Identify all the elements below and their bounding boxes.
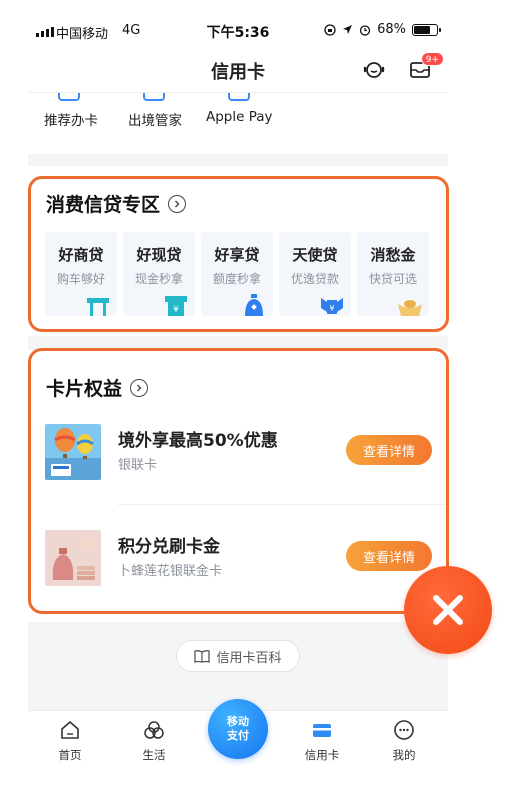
- tab-mine[interactable]: 我的: [374, 711, 434, 770]
- message-badge: 9+: [420, 52, 444, 66]
- tab-label: 信用卡: [304, 748, 340, 762]
- loan-tile-good-merchant[interactable]: 好商贷 购车够好: [45, 232, 117, 316]
- tab-bar: 首页 生活 移动 支付 信用卡 我的: [28, 699, 448, 770]
- location-icon: [343, 25, 353, 34]
- mobile-pay-button[interactable]: 移动 支付: [208, 699, 268, 759]
- tab-label: 首页: [58, 748, 82, 762]
- wiki-label: 信用卡百科: [216, 650, 282, 666]
- loan-section-title: 消费信贷专区: [46, 194, 161, 216]
- loan-sub: 额度秒拿: [212, 272, 261, 286]
- shortcut-label: Apple Pay: [206, 109, 273, 125]
- loan-sub: 快贷可选: [368, 272, 417, 286]
- tab-credit-card[interactable]: 信用卡: [292, 711, 352, 770]
- alarm-icon: [359, 24, 371, 36]
- svg-text:¥: ¥: [329, 304, 334, 313]
- battery-percent: 68%: [377, 22, 406, 37]
- battery-icon: [412, 23, 441, 36]
- chevron-right-icon: [168, 194, 187, 213]
- rotation-lock-icon: [324, 23, 336, 36]
- customer-service-icon[interactable]: [360, 56, 388, 84]
- shortcut-row: 推荐办卡 出境管家 Apple Pay: [28, 92, 448, 154]
- divider: [118, 504, 448, 505]
- nav-bar: 信用卡 9+: [28, 52, 448, 92]
- coin-bag-image: [45, 530, 101, 586]
- tab-label: 生活: [142, 748, 166, 762]
- benefit-section-title: 卡片权益: [46, 378, 123, 400]
- close-icon: [433, 595, 463, 625]
- benefit-item-points[interactable]: 积分兑刷卡金 卜蜂莲花银联金卡 查看详情: [28, 530, 448, 610]
- home-icon: [61, 720, 79, 739]
- bag-icon: [245, 294, 263, 316]
- life-icon: [144, 721, 164, 739]
- chevron-right-icon: [130, 378, 149, 397]
- hot-air-balloon-image: [45, 424, 101, 480]
- profile-icon: [394, 720, 414, 740]
- loan-section-header[interactable]: 消费信贷专区: [46, 190, 187, 217]
- book-icon: [194, 650, 211, 663]
- benefit-sub: 卜蜂莲花银联金卡: [118, 564, 223, 579]
- message-icon[interactable]: 9+: [406, 52, 444, 84]
- benefit-item-overseas[interactable]: 境外享最高50%优惠 银联卡 查看详情: [28, 424, 448, 504]
- view-details-button[interactable]: 查看详情: [346, 541, 432, 571]
- close-button[interactable]: [404, 566, 492, 654]
- credit-card-icon: [313, 724, 331, 737]
- loan-tile-good-enjoy[interactable]: 好享贷 额度秒拿: [201, 232, 273, 316]
- view-details-button[interactable]: 查看详情: [346, 435, 432, 465]
- tab-label: 我的: [392, 748, 416, 762]
- benefit-section-header[interactable]: 卡片权益: [46, 374, 149, 401]
- loan-name: 好商贷: [58, 246, 104, 264]
- loan-tile-worry-free[interactable]: 消愁金 快贷可选: [357, 232, 429, 316]
- loan-sub: 优逸贷款: [290, 272, 339, 286]
- shortcut-label: 推荐办卡: [44, 113, 98, 129]
- loan-name: 天使贷: [292, 246, 338, 264]
- loan-name: 消愁金: [370, 246, 416, 264]
- benefit-title: 境外享最高50%优惠: [118, 431, 278, 451]
- phone-screen: 中国移动 4G 下午5:36 68% 信用卡 9+ 推荐办卡 出境管家 Appl…: [28, 10, 448, 770]
- benefit-title: 积分兑刷卡金: [118, 537, 220, 557]
- atm-icon: ¥: [165, 296, 187, 316]
- tab-life[interactable]: 生活: [124, 711, 184, 770]
- pay-line-2: 支付: [227, 729, 249, 742]
- loan-tile-angel[interactable]: 天使贷 优逸贷款 ¥: [279, 232, 351, 316]
- gold-ingot-icon: [398, 300, 422, 316]
- status-bar: 中国移动 4G 下午5:36 68%: [28, 10, 448, 52]
- loan-sub: 购车够好: [56, 272, 105, 286]
- loan-sub: 现金秒拿: [134, 272, 183, 286]
- shop-icon: [87, 298, 109, 316]
- credit-card-wiki-button[interactable]: 信用卡百科: [176, 640, 300, 672]
- loan-name: 好现贷: [136, 246, 182, 264]
- loan-tile-good-cash[interactable]: 好现贷 现金秒拿 ¥: [123, 232, 195, 316]
- status-right-group: 68%: [324, 22, 441, 37]
- svg-text:¥: ¥: [173, 305, 179, 315]
- loan-name: 好享贷: [214, 246, 260, 264]
- benefit-sub: 银联卡: [118, 458, 158, 473]
- shortcut-label: 出境管家: [128, 113, 182, 129]
- wing-yuan-icon: ¥: [321, 298, 343, 314]
- pay-line-1: 移动: [227, 715, 249, 728]
- tab-home[interactable]: 首页: [40, 711, 100, 770]
